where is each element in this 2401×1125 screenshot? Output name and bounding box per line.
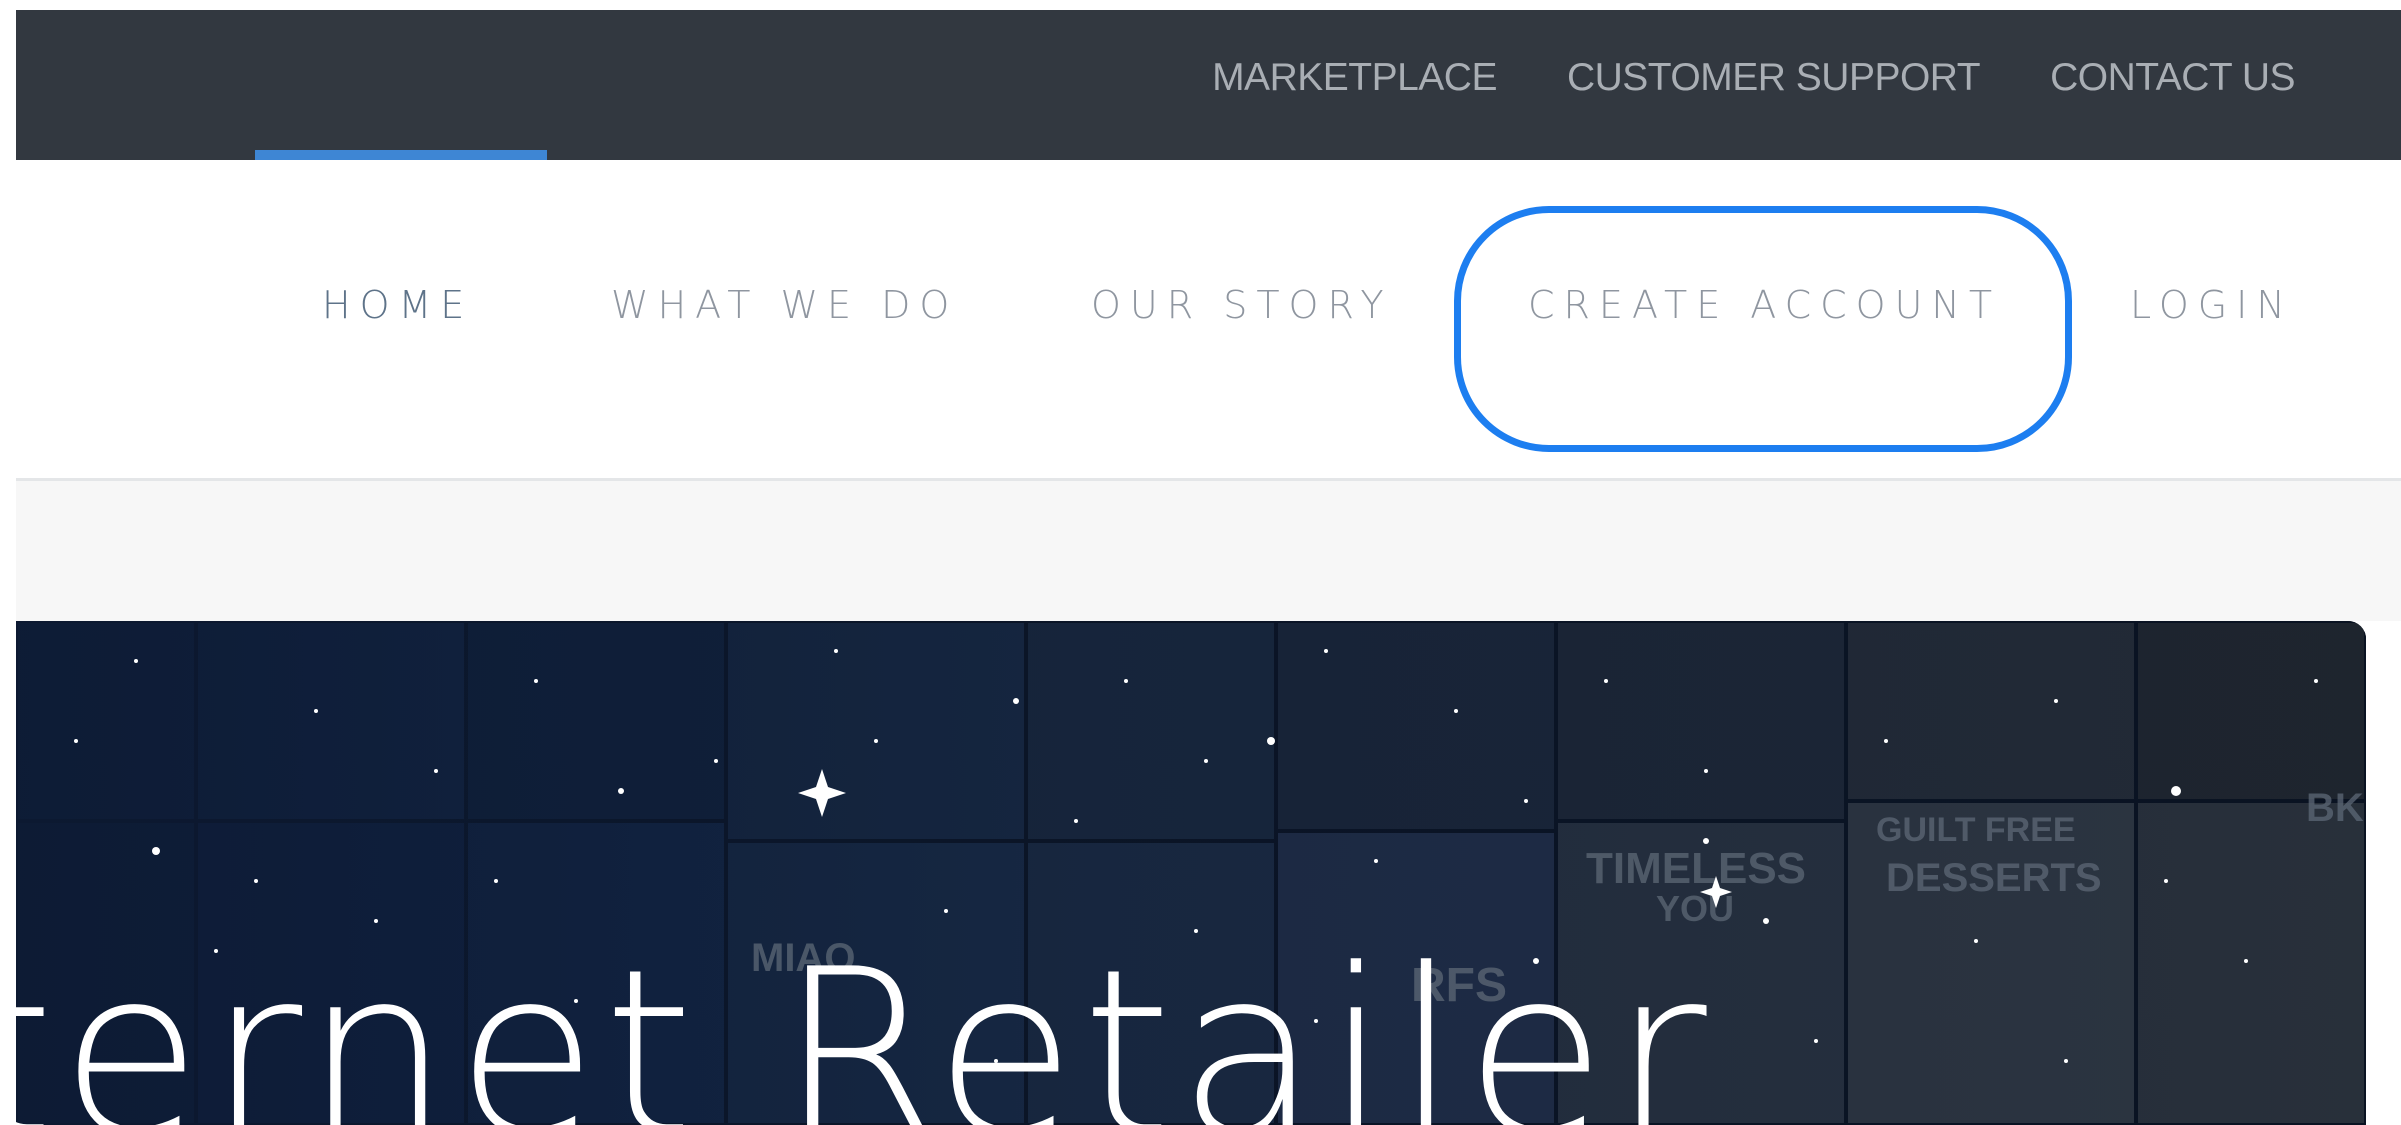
utility-bar: MARKETPLACE CUSTOMER SUPPORT CONTACT US (16, 10, 2401, 160)
tile-desserts: DESSERTS (1886, 856, 2102, 900)
nav-login[interactable]: LOGIN (2130, 283, 2294, 327)
marketplace-link[interactable]: MARKETPLACE (1212, 56, 1497, 100)
content-spacer (16, 481, 2401, 621)
customer-support-link[interactable]: CUSTOMER SUPPORT (1567, 56, 1981, 100)
tile-bk: BK (2306, 786, 2364, 830)
tile-timeless: TIMELESS (1586, 844, 1806, 893)
contact-us-link[interactable]: CONTACT US (2050, 56, 2295, 100)
nav-what-we-do[interactable]: WHAT WE DO (611, 283, 958, 327)
nav-home[interactable]: HOME (322, 283, 473, 327)
tile-guilt-free: GUILT FREE (1876, 811, 2076, 849)
utility-nav: MARKETPLACE CUSTOMER SUPPORT CONTACT US (1212, 56, 2295, 100)
create-account-highlight (1454, 206, 2072, 452)
page: MARKETPLACE CUSTOMER SUPPORT CONTACT US … (0, 0, 2401, 1125)
hero-title: ternet Retailer (0, 921, 1713, 1125)
nav-our-story[interactable]: OUR STORY (1091, 283, 1393, 327)
main-nav: HOME WHAT WE DO OUR STORY CREATE ACCOUNT… (16, 160, 2401, 481)
nav-create-account[interactable]: CREATE ACCOUNT (1528, 283, 2001, 327)
